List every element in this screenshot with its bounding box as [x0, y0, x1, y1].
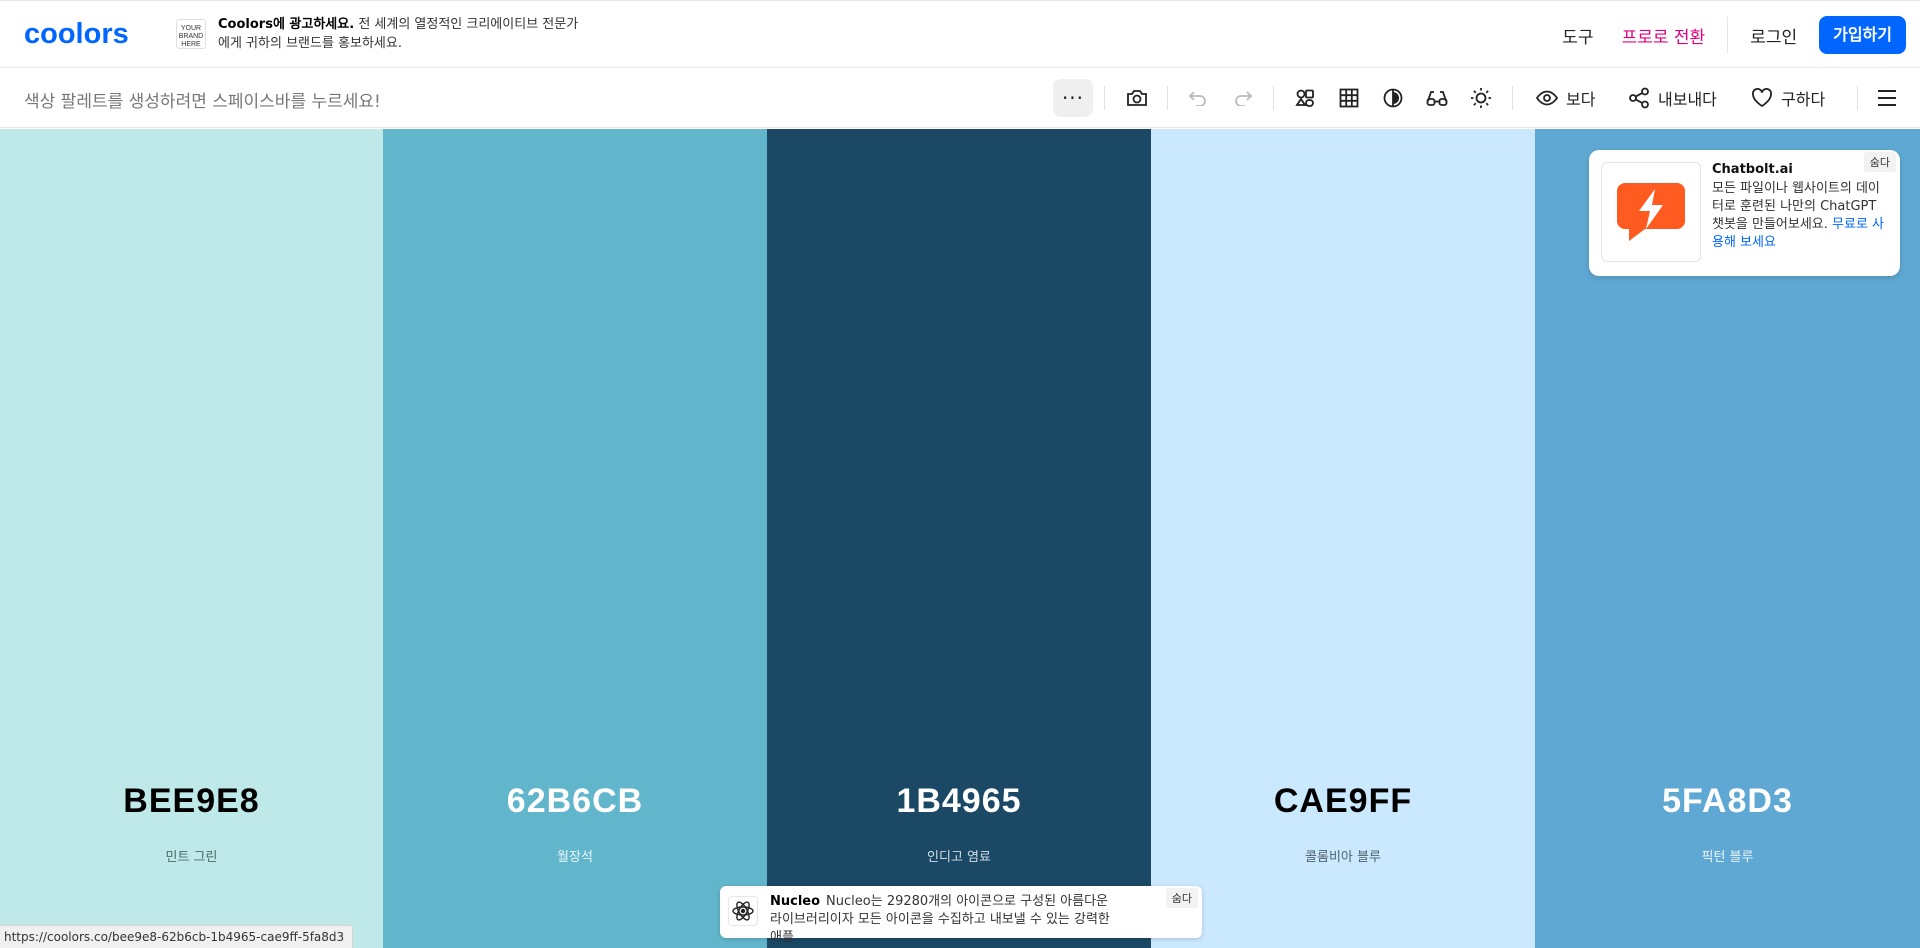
undo-icon: [1188, 91, 1206, 106]
logo-text: coolors: [24, 20, 129, 48]
toolbar-divider: [1167, 86, 1168, 110]
redo-button[interactable]: [1230, 79, 1256, 117]
header-ad-brand: Coolors에 광고하세요.: [218, 17, 355, 32]
more-icon: ···: [1061, 86, 1085, 110]
swatch-color-name[interactable]: 월장석: [383, 846, 767, 865]
color-blindness-button[interactable]: [1424, 79, 1450, 117]
toolbar-divider: [1104, 86, 1105, 110]
swatch-hex-code[interactable]: 62B6CB: [383, 782, 767, 821]
chatbolt-logo: [1601, 162, 1701, 262]
redo-icon: [1235, 91, 1253, 106]
nucleo-text: Nucleo Nucleo는 29280개의 아이콘으로 구성된 아름다운 라이브…: [770, 893, 1120, 947]
ad-brand-badge[interactable]: YOUR BRAND HERE: [176, 19, 206, 49]
nav-go-pro[interactable]: 프로로 전환: [1608, 23, 1720, 48]
view-label: 보다: [1566, 90, 1596, 109]
nav-divider: [1727, 17, 1729, 53]
export-button[interactable]: 내보내다: [1628, 79, 1717, 117]
palette-grid-button[interactable]: [1336, 79, 1362, 117]
swatch-hex-code[interactable]: CAE9FF: [1151, 782, 1535, 821]
hide-ad-button[interactable]: 숨다: [1165, 888, 1198, 908]
status-bar-url: https://coolors.co/bee9e8-62b6cb-1b4965-…: [0, 925, 354, 948]
nucleo-title: Nucleo: [770, 894, 821, 909]
swatch-color-name[interactable]: 인디고 염료: [767, 846, 1151, 865]
header-ad[interactable]: Coolors에 광고하세요. 전 세계의 열정적인 크리에이티브 전문가에게 …: [218, 15, 588, 53]
brightness-icon: [1471, 88, 1491, 108]
top-header: coolors YOUR BRAND HERE Coolors에 광고하세요. …: [0, 0, 1920, 68]
screenshot-button[interactable]: [1123, 79, 1151, 117]
lightning-bolt-icon: [1617, 183, 1685, 241]
swatch-color-name[interactable]: 민트 그린: [0, 846, 383, 865]
toolbar-divider: [1857, 86, 1858, 110]
menu-button[interactable]: [1874, 79, 1900, 117]
chatbolt-title: Chatbolt.ai: [1712, 162, 1793, 177]
eye-icon: [1536, 90, 1558, 106]
swatch-hex-code[interactable]: 1B4965: [767, 782, 1151, 821]
grid-icon: [1339, 88, 1359, 108]
adjust-palette-button[interactable]: [1292, 79, 1318, 117]
nav-login[interactable]: 로그인: [1736, 23, 1811, 48]
contrast-checker-button[interactable]: [1380, 79, 1406, 117]
adjust-palette-icon: [1295, 89, 1314, 107]
swatch-color-name[interactable]: 콜롬비아 블루: [1151, 846, 1535, 865]
save-button[interactable]: 구하다: [1751, 79, 1825, 117]
undo-button[interactable]: [1185, 79, 1211, 117]
generator-toolbar: 색상 팔레트를 생성하려면 스페이스바를 누르세요! ··· 보다 내보내다 구…: [0, 68, 1920, 128]
contrast-icon: [1383, 88, 1403, 108]
nav-tools[interactable]: 도구: [1548, 23, 1607, 48]
camera-icon: [1127, 90, 1147, 106]
toolbar-divider: [1512, 86, 1513, 110]
nucleo-body: Nucleo는 29280개의 아이콘으로 구성된 아름다운 라이브러리이자 모…: [770, 894, 1110, 945]
toolbar-divider: [1273, 86, 1274, 110]
export-label: 내보내다: [1658, 90, 1717, 109]
nucleo-logo: [728, 896, 758, 926]
save-label: 구하다: [1781, 90, 1826, 109]
nucleo-ad[interactable]: Nucleo Nucleo는 29280개의 아이콘으로 구성된 아름다운 라이브…: [720, 886, 1202, 945]
swatch-color-name[interactable]: 픽턴 블루: [1535, 846, 1920, 865]
signup-button[interactable]: 가입하기: [1819, 16, 1906, 54]
swatch-hex-code[interactable]: 5FA8D3: [1535, 782, 1920, 821]
chatbolt-ad[interactable]: Chatbolt.ai 모든 파일이나 웹사이트의 데이터로 훈련된 나만의 C…: [1589, 150, 1900, 276]
share-icon: [1629, 87, 1649, 109]
menu-icon: [1878, 90, 1896, 106]
more-options-button[interactable]: ···: [1053, 79, 1093, 117]
glasses-icon: [1426, 91, 1448, 106]
spacebar-hint: 색상 팔레트를 생성하려면 스페이스바를 누르세요!: [24, 92, 381, 112]
coolors-logo[interactable]: coolors: [24, 20, 148, 50]
color-swatch[interactable]: CAE9FF 콜롬비아 블루: [1151, 129, 1535, 948]
brightness-button[interactable]: [1468, 79, 1494, 117]
color-swatch[interactable]: 1B4965 인디고 염료: [767, 129, 1151, 948]
hide-ad-button[interactable]: 숨다: [1863, 152, 1896, 172]
heart-icon: [1752, 88, 1772, 108]
main-nav: 도구 프로로 전환 로그인 가입하기: [1548, 16, 1906, 54]
swatch-hex-code[interactable]: BEE9E8: [0, 782, 383, 821]
view-button[interactable]: 보다: [1536, 79, 1595, 117]
chatbolt-body: 모든 파일이나 웹사이트의 데이터로 훈련된 나만의 ChatGPT 챗봇을 만…: [1712, 180, 1887, 252]
color-swatch[interactable]: BEE9E8 민트 그린: [0, 129, 383, 948]
color-swatch[interactable]: 62B6CB 월장석: [383, 129, 767, 948]
atom-icon: [732, 901, 754, 921]
